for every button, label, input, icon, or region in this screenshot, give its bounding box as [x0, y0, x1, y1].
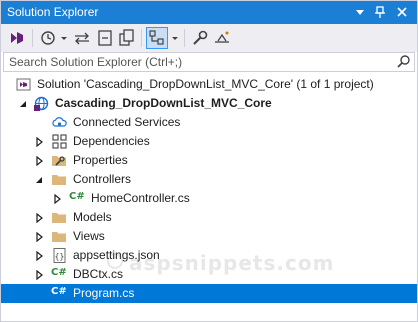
tree-item-label: Properties — [73, 153, 128, 167]
wrench-folder-icon — [51, 152, 68, 169]
solution-label: Solution 'Cascading_DropDownList_MVC_Cor… — [37, 77, 374, 91]
svg-text:{}: {} — [55, 252, 65, 261]
chevron-right-icon[interactable] — [34, 155, 44, 167]
tree-item-views[interactable]: Views — [1, 227, 417, 246]
history-icon[interactable] — [38, 27, 58, 49]
folder-icon — [51, 171, 68, 188]
chevron-right-icon[interactable] — [34, 231, 44, 243]
solution-explorer-panel: Solution Explorer Search Solution Explor… — [0, 0, 418, 322]
toolbar-separator — [32, 29, 33, 47]
tree-item-dependencies[interactable]: Dependencies — [1, 132, 417, 151]
collapse-icon[interactable] — [95, 27, 115, 49]
close-icon[interactable] — [395, 5, 409, 19]
tree-item-label: Program.cs — [73, 286, 135, 300]
cloud-icon — [51, 114, 68, 131]
project-label: Cascading_DropDownList_MVC_Core — [55, 96, 272, 110]
switch-views-dropdown-icon[interactable] — [170, 27, 180, 49]
tree-item-label: Views — [73, 229, 105, 243]
json-file-icon: {} — [51, 247, 68, 264]
switch-views-icon[interactable] — [146, 27, 168, 49]
csharp-file-icon: C# — [51, 267, 67, 278]
tree-item-label: HomeController.cs — [91, 191, 190, 205]
tree-item-connected-services[interactable]: Connected Services — [1, 113, 417, 132]
toolbar-separator — [184, 29, 185, 47]
chevron-right-icon[interactable] — [34, 269, 44, 281]
watermark-text: aspsnippets.com — [129, 251, 335, 275]
csharp-file-icon: C# — [51, 286, 67, 297]
tree-item-models[interactable]: Models — [1, 208, 417, 227]
sync-icon[interactable] — [72, 27, 92, 49]
tree-item-label: Connected Services — [73, 115, 181, 129]
chevron-right-icon[interactable] — [34, 212, 44, 224]
chevron-right-icon[interactable] — [34, 250, 44, 262]
toolbar-separator — [141, 29, 142, 47]
search-input[interactable]: Search Solution Explorer (Ctrl+;) — [9, 55, 182, 69]
vs-project-switch-icon[interactable] — [7, 27, 27, 49]
web-project-icon — [33, 95, 50, 112]
chevron-down-icon[interactable] — [34, 174, 44, 184]
tree-project-row[interactable]: Cascading_DropDownList_MVC_Core — [1, 94, 417, 113]
tree-item-homecontroller[interactable]: C# HomeController.cs — [1, 189, 417, 208]
toolbar — [1, 24, 417, 52]
tree-item-controllers[interactable]: Controllers — [1, 170, 417, 189]
panel-title: Solution Explorer — [7, 5, 99, 19]
preview-icon[interactable] — [212, 27, 232, 49]
csharp-file-icon: C# — [69, 191, 85, 202]
tree-item-label: Dependencies — [73, 134, 150, 148]
title-bar: Solution Explorer — [1, 1, 417, 24]
chevron-down-icon[interactable] — [18, 98, 28, 108]
dependencies-icon — [51, 133, 68, 150]
watermark-logo-icon — [107, 253, 123, 269]
show-all-files-icon[interactable] — [117, 27, 137, 49]
folder-icon — [51, 209, 68, 226]
tree-solution-row[interactable]: Solution 'Cascading_DropDownList_MVC_Cor… — [1, 75, 417, 94]
tree-item-program[interactable]: C# Program.cs — [1, 284, 417, 303]
chevron-right-icon[interactable] — [34, 136, 44, 148]
history-dropdown-icon[interactable] — [59, 27, 69, 49]
search-icon[interactable] — [396, 54, 412, 70]
properties-wrench-icon[interactable] — [190, 27, 210, 49]
solution-icon — [15, 76, 32, 93]
search-box[interactable]: Search Solution Explorer (Ctrl+;) — [3, 52, 415, 72]
dropdown-icon[interactable] — [353, 5, 367, 19]
tree-item-properties[interactable]: Properties — [1, 151, 417, 170]
watermark: aspsnippets.com — [107, 251, 333, 275]
tree-item-label: Controllers — [73, 172, 132, 186]
pin-icon[interactable] — [373, 5, 387, 19]
chevron-right-icon[interactable] — [52, 193, 62, 205]
folder-icon — [51, 228, 68, 245]
tree-item-label: Models — [73, 210, 112, 224]
